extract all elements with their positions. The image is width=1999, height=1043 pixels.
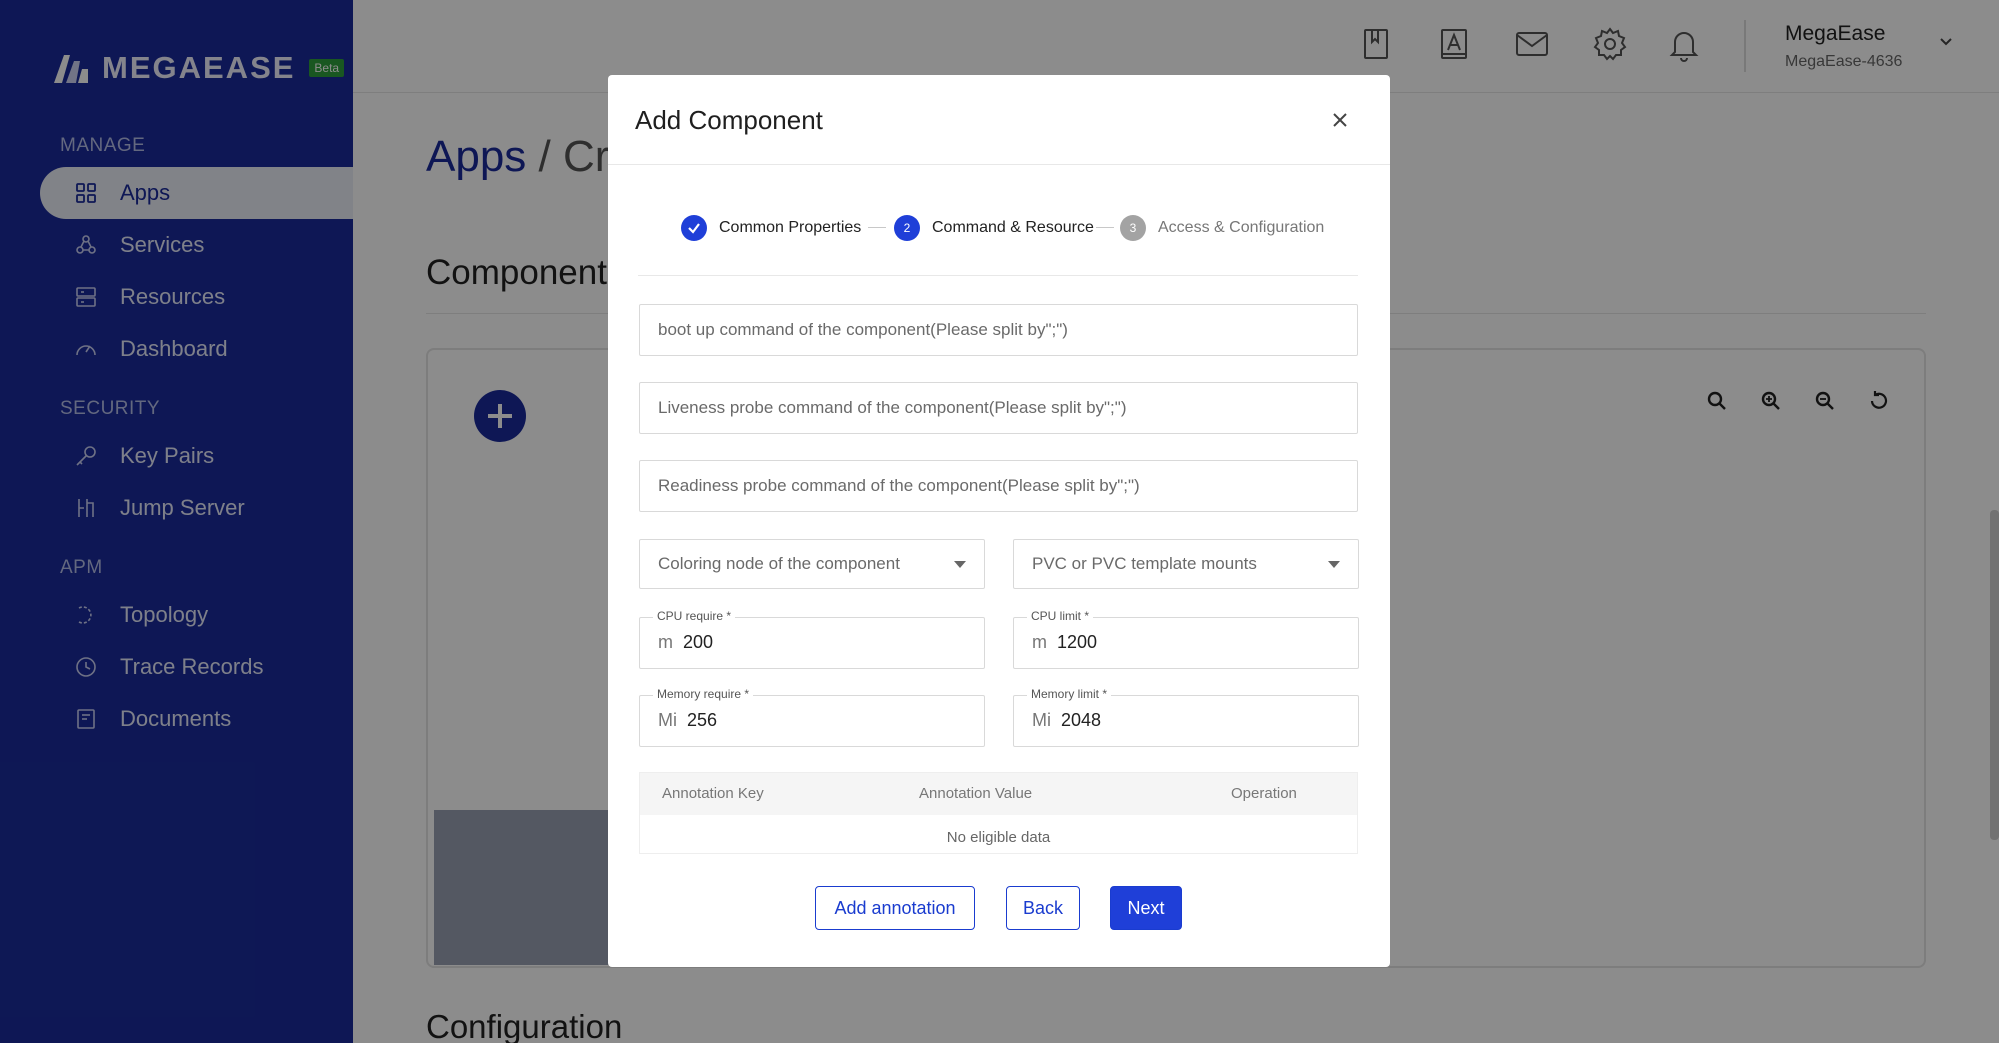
pvc-mounts-select[interactable]: PVC or PVC template mounts <box>1013 539 1359 589</box>
select-value: Coloring node of the component <box>658 554 900 573</box>
annotation-table: Annotation Key Annotation Value Operatio… <box>639 772 1358 854</box>
stepper: Common Properties 2 Command & Resource 3… <box>608 215 1390 255</box>
step-label: Common Properties <box>719 219 862 236</box>
next-button[interactable]: Next <box>1110 886 1182 930</box>
add-component-modal: Add Component Common Properties 2 Comman… <box>608 75 1390 967</box>
field-label: Memory require * <box>653 687 754 701</box>
field-label: CPU limit * <box>1027 609 1094 623</box>
unit-prefix: Mi <box>1032 710 1051 730</box>
table-header: Annotation Key Annotation Value Operatio… <box>640 773 1357 815</box>
readiness-command-input[interactable]: Readiness probe command of the component… <box>639 460 1358 512</box>
field-value[interactable]: 2048 <box>1061 710 1101 731</box>
field-value[interactable]: 256 <box>687 710 717 731</box>
step-label: Command & Resource <box>932 219 1094 236</box>
step-label: Access & Configuration <box>1158 219 1325 236</box>
step-command-resource[interactable]: 2 Command & Resource <box>894 215 1094 241</box>
unit-prefix: Mi <box>658 710 677 730</box>
memory-require-field[interactable]: Memory require * Mi 256 <box>639 687 985 747</box>
modal-title: Add Component <box>635 105 823 135</box>
back-button[interactable]: Back <box>1006 886 1080 930</box>
cpu-limit-field[interactable]: CPU limit * m 1200 <box>1013 609 1359 669</box>
add-annotation-button[interactable]: Add annotation <box>815 886 975 930</box>
liveness-command-input[interactable]: Liveness probe command of the component(… <box>639 382 1358 434</box>
field-value[interactable]: 1200 <box>1057 632 1097 653</box>
step-connector <box>1096 227 1114 228</box>
select-value: PVC or PVC template mounts <box>1032 554 1257 573</box>
coloring-node-select[interactable]: Coloring node of the component <box>639 539 985 589</box>
close-icon[interactable] <box>1327 107 1353 133</box>
caret-down-icon <box>954 560 966 568</box>
field-label: Memory limit * <box>1027 687 1112 701</box>
memory-limit-field[interactable]: Memory limit * Mi 2048 <box>1013 687 1359 747</box>
step-common-properties[interactable]: Common Properties <box>681 215 861 241</box>
unit-prefix: m <box>658 632 673 652</box>
modal-header: Add Component <box>608 75 1390 165</box>
column-header: Annotation Key <box>662 785 764 802</box>
check-icon <box>681 215 707 241</box>
boot-command-input[interactable]: boot up command of the component(Please … <box>639 304 1358 356</box>
column-header: Annotation Value <box>919 785 1033 802</box>
cpu-require-field[interactable]: CPU require * m 200 <box>639 609 985 669</box>
step-connector <box>868 227 886 228</box>
step-access-configuration[interactable]: 3 Access & Configuration <box>1120 215 1324 241</box>
field-value[interactable]: 200 <box>683 632 713 653</box>
step-number: 3 <box>1120 215 1146 241</box>
field-label: CPU require * <box>653 609 736 623</box>
divider <box>638 275 1358 276</box>
step-number: 2 <box>894 215 920 241</box>
unit-prefix: m <box>1032 632 1047 652</box>
column-header: Operation <box>1231 785 1297 802</box>
caret-down-icon <box>1328 560 1340 568</box>
empty-message: No eligible data <box>946 829 1051 846</box>
